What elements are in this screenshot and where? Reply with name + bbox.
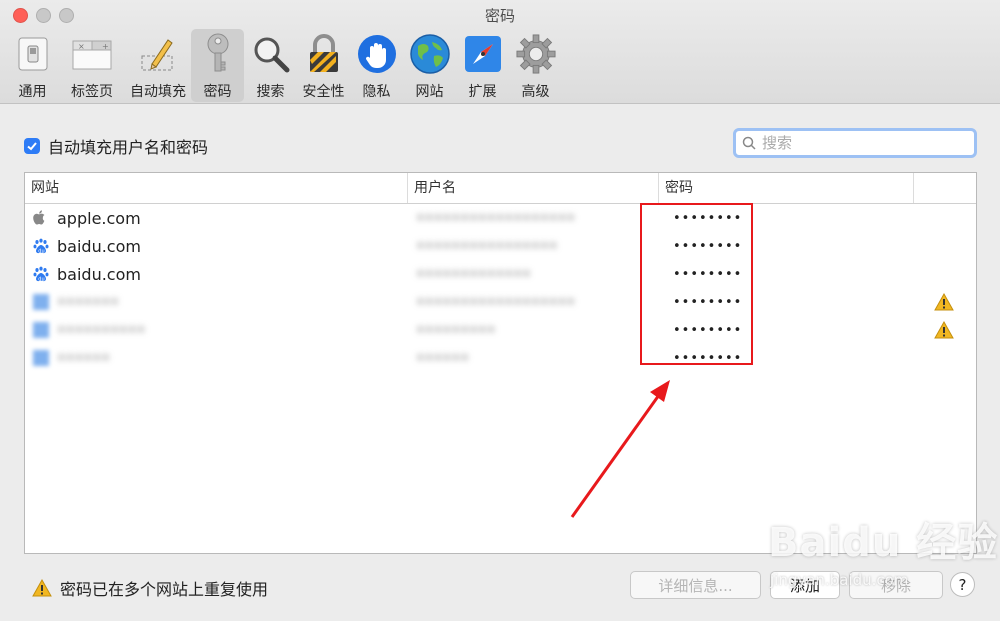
tab-passwords[interactable]: 密码 xyxy=(191,29,244,102)
table-row[interactable]: du baidu.com •••••••••••••••• •••••••• xyxy=(25,232,976,260)
tab-label: 自动填充 xyxy=(130,84,186,100)
tab-label: 扩展 xyxy=(468,84,497,100)
password-masked: •••••••• xyxy=(673,238,743,254)
tab-label: 隐私 xyxy=(362,84,391,100)
passwords-table: 网站 用户名 密码 apple.com •••••••••••••••••• •… xyxy=(24,172,977,554)
tab-search[interactable]: 搜索 xyxy=(244,29,297,102)
apple-icon xyxy=(33,210,45,225)
tab-label: 高级 xyxy=(521,84,550,100)
username-blurred: ••••••••••••• xyxy=(416,265,532,283)
key-icon xyxy=(198,33,238,74)
blurred-icon xyxy=(33,322,49,338)
baidu-paw-icon: du xyxy=(33,238,49,254)
search-icon xyxy=(742,136,756,150)
magnifier-icon xyxy=(251,34,291,74)
pencil-icon xyxy=(138,34,178,74)
gear-icon xyxy=(515,34,556,74)
autofill-checkbox[interactable] xyxy=(24,138,40,154)
hand-icon xyxy=(357,34,397,74)
tab-label: 安全性 xyxy=(302,84,345,100)
help-button[interactable]: ? xyxy=(950,572,975,597)
username-blurred: •••••• xyxy=(416,349,470,367)
passwords-pane: 自动填充用户名和密码 网站 用户名 密码 apple.com •••••••••… xyxy=(0,104,1000,621)
add-button[interactable]: 添加 xyxy=(770,571,840,599)
autofill-label: 自动填充用户名和密码 xyxy=(48,138,209,157)
password-masked: •••••••• xyxy=(673,294,743,310)
blurred-icon xyxy=(33,350,49,366)
window-title: 密码 xyxy=(484,7,515,25)
tab-label: 网站 xyxy=(415,84,444,100)
table-row[interactable]: •••••••••• ••••••••• •••••••• xyxy=(25,316,976,344)
website-name: baidu.com xyxy=(57,236,141,256)
details-button[interactable]: 详细信息... xyxy=(630,571,761,599)
username-blurred: •••••••••••••••••• xyxy=(416,293,576,311)
warning-icon xyxy=(32,579,52,597)
tab-extensions[interactable]: 扩展 xyxy=(456,29,509,102)
globe-icon xyxy=(409,34,450,74)
column-header-password[interactable]: 密码 xyxy=(659,173,914,203)
password-masked: •••••••• xyxy=(673,266,743,282)
tab-privacy[interactable]: 隐私 xyxy=(350,29,403,102)
preferences-toolbar: 通用 × + 标签页 自动填充 密码 搜索 安全性 隐私 网站 扩展 高级 xyxy=(6,29,562,102)
tab-label: 搜索 xyxy=(256,84,285,100)
column-header-warning xyxy=(914,173,976,203)
username-blurred: •••••••••••••••••• xyxy=(416,209,576,227)
svg-text:du: du xyxy=(38,249,44,255)
column-header-username[interactable]: 用户名 xyxy=(408,173,659,203)
puzzle-icon xyxy=(463,34,503,74)
tab-websites[interactable]: 网站 xyxy=(403,29,456,102)
tab-general[interactable]: 通用 xyxy=(6,29,59,102)
table-row[interactable]: ••••••• •••••••••••••••••• •••••••• xyxy=(25,288,976,316)
username-blurred: ••••••••• xyxy=(416,321,496,339)
warning-icon[interactable] xyxy=(934,321,954,339)
password-masked: •••••••• xyxy=(673,210,743,226)
blurred-icon xyxy=(33,294,49,310)
reuse-warning: 密码已在多个网站上重复使用 xyxy=(32,576,268,600)
remove-button[interactable]: 移除 xyxy=(849,571,943,599)
table-row[interactable]: du baidu.com ••••••••••••• •••••••• xyxy=(25,260,976,288)
table-header: 网站 用户名 密码 xyxy=(25,173,976,204)
tab-autofill[interactable]: 自动填充 xyxy=(125,29,191,102)
password-masked: •••••••• xyxy=(673,350,743,366)
column-header-website[interactable]: 网站 xyxy=(25,173,408,203)
search-input[interactable] xyxy=(760,133,954,153)
switch-icon xyxy=(13,34,53,74)
lock-icon xyxy=(304,34,344,74)
baidu-paw-icon: du xyxy=(33,266,49,282)
search-field[interactable] xyxy=(733,128,977,158)
tab-label: 密码 xyxy=(203,84,232,100)
website-name-blurred: •••••• xyxy=(57,349,111,367)
tab-security[interactable]: 安全性 xyxy=(297,29,350,102)
website-name-blurred: •••••••••• xyxy=(57,321,146,339)
website-name: baidu.com xyxy=(57,264,141,284)
website-name-blurred: ••••••• xyxy=(57,293,119,311)
checkmark-icon xyxy=(27,142,37,151)
autofill-option[interactable]: 自动填充用户名和密码 xyxy=(24,134,208,158)
tab-tabs[interactable]: × + 标签页 xyxy=(59,29,125,102)
tab-label: 通用 xyxy=(18,84,47,100)
table-row[interactable]: •••••• •••••• •••••••• xyxy=(25,344,976,372)
table-row[interactable]: apple.com •••••••••••••••••• •••••••• xyxy=(25,204,976,232)
tabs-icon: × + xyxy=(72,34,112,74)
reuse-warning-text: 密码已在多个网站上重复使用 xyxy=(60,580,269,599)
svg-text:×: × xyxy=(78,42,85,51)
username-blurred: •••••••••••••••• xyxy=(416,237,558,255)
svg-text:du: du xyxy=(38,277,44,283)
window-titlebar: 密码 通用 × + 标签页 自动填充 密码 搜索 安全性 隐私 网站 扩展 高级 xyxy=(0,0,1000,104)
warning-icon[interactable] xyxy=(934,293,954,311)
svg-text:+: + xyxy=(102,42,109,51)
password-masked: •••••••• xyxy=(673,322,743,338)
tab-advanced[interactable]: 高级 xyxy=(509,29,562,102)
tab-label: 标签页 xyxy=(71,84,113,100)
website-name: apple.com xyxy=(57,208,141,228)
